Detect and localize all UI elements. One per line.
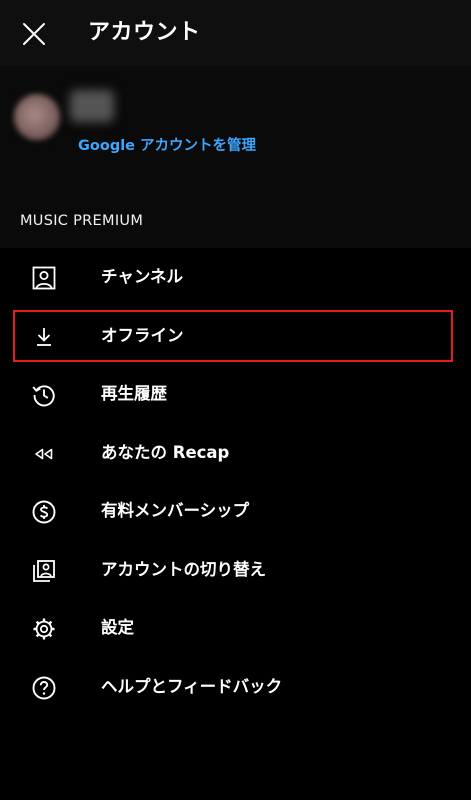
- highlight-frame: [13, 309, 453, 362]
- app-header: アカウント: [0, 0, 471, 66]
- account-menu: チャンネル オフライン 再生履歴 あなたの Recap 有料メンバーシップ アカ…: [0, 248, 471, 716]
- avatar: [14, 94, 60, 140]
- download-icon: [30, 324, 58, 350]
- menu-item-label: ヘルプとフィードバック: [101, 676, 283, 696]
- menu-item-switch-account[interactable]: アカウントの切り替え: [0, 541, 471, 600]
- manage-google-account-link[interactable]: Google アカウントを管理: [78, 136, 256, 156]
- menu-item-help-feedback[interactable]: ヘルプとフィードバック: [0, 658, 471, 717]
- help-icon: [30, 675, 58, 701]
- menu-item-offline[interactable]: オフライン: [0, 307, 471, 366]
- gear-icon: [30, 616, 58, 642]
- history-icon: [30, 382, 58, 408]
- account-name-redacted: [70, 90, 114, 122]
- menu-item-label: あなたの Recap: [101, 442, 230, 462]
- menu-item-label: アカウントの切り替え: [101, 559, 266, 579]
- dollar-icon: [30, 499, 58, 525]
- channel-icon: [30, 265, 58, 291]
- switch-account-icon: [30, 558, 58, 584]
- page-title: アカウント: [88, 20, 201, 45]
- menu-item-settings[interactable]: 設定: [0, 599, 471, 658]
- menu-item-label: 有料メンバーシップ: [101, 501, 250, 520]
- menu-item-label: チャンネル: [101, 267, 184, 286]
- menu-item-label: 設定: [101, 618, 134, 637]
- menu-item-label: 再生履歴: [101, 384, 167, 403]
- menu-item-history[interactable]: 再生履歴: [0, 365, 471, 424]
- close-button[interactable]: [14, 16, 54, 52]
- menu-item-paid-membership[interactable]: 有料メンバーシップ: [0, 482, 471, 541]
- section-label-music-premium: MUSIC PREMIUM: [20, 213, 144, 229]
- rewind-icon: [30, 441, 58, 467]
- menu-item-recap[interactable]: あなたの Recap: [0, 424, 471, 483]
- menu-item-channel[interactable]: チャンネル: [0, 248, 471, 307]
- menu-item-label: オフライン: [101, 325, 184, 345]
- account-profile: Google アカウントを管理 MUSIC PREMIUM: [0, 66, 471, 248]
- close-icon: [21, 21, 47, 47]
